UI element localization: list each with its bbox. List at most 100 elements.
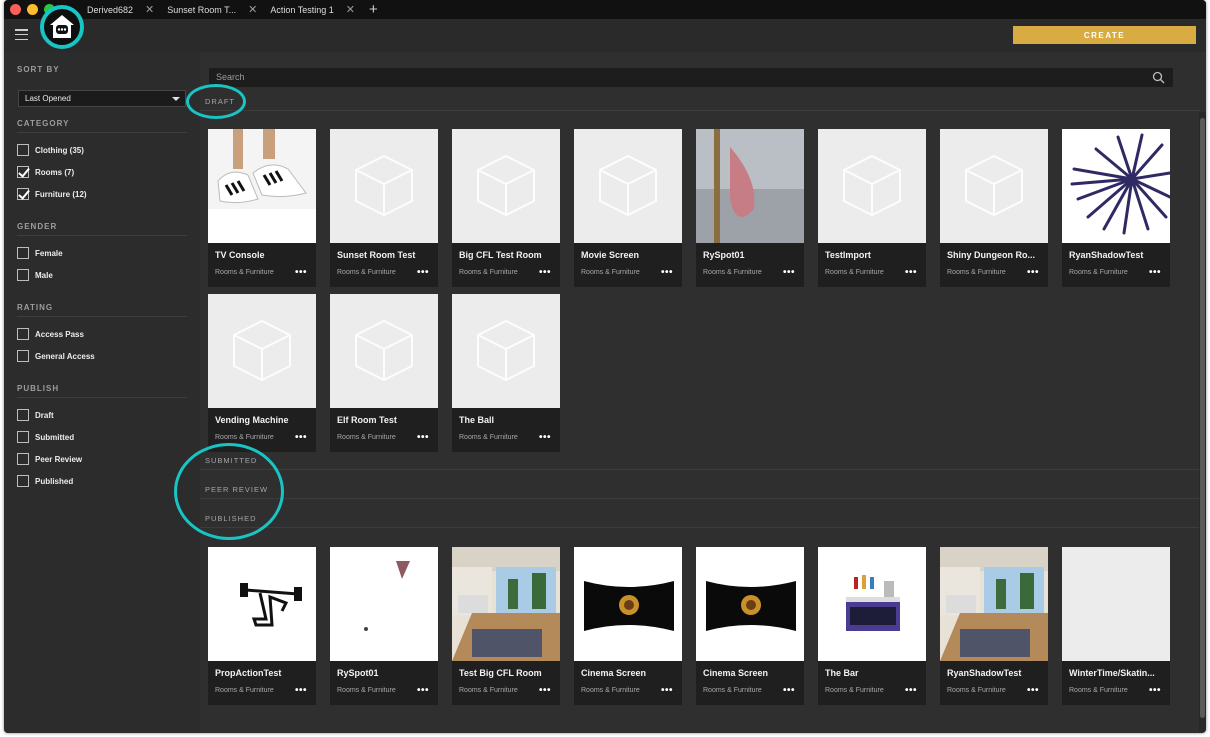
close-icon[interactable]: ✕ xyxy=(346,3,355,16)
asset-card[interactable]: Elf Room Test Rooms & Furniture ••• xyxy=(330,294,438,452)
close-window-button[interactable] xyxy=(10,4,21,15)
filter-male[interactable]: Male xyxy=(17,269,53,281)
checkbox[interactable] xyxy=(17,431,29,443)
asset-thumbnail[interactable] xyxy=(574,547,682,661)
checkbox[interactable] xyxy=(17,453,29,465)
asset-thumbnail[interactable] xyxy=(330,129,438,243)
asset-thumbnail[interactable] xyxy=(696,547,804,661)
asset-thumbnail[interactable] xyxy=(696,129,804,243)
asset-card[interactable]: PropActionTest Rooms & Furniture ••• xyxy=(208,547,316,705)
asset-thumbnail[interactable] xyxy=(940,129,1048,243)
more-options-icon[interactable]: ••• xyxy=(539,432,551,443)
minimize-window-button[interactable] xyxy=(27,4,38,15)
filter-furniture[interactable]: Furniture (12) xyxy=(17,188,87,200)
more-options-icon[interactable]: ••• xyxy=(783,685,795,696)
more-options-icon[interactable]: ••• xyxy=(417,267,429,278)
asset-card[interactable]: Vending Machine Rooms & Furniture ••• xyxy=(208,294,316,452)
section-draft[interactable]: DRAFT xyxy=(205,97,235,106)
asset-card[interactable]: RySpot01 Rooms & Furniture ••• xyxy=(330,547,438,705)
filter-published[interactable]: Published xyxy=(17,475,73,487)
scrollbar-thumb[interactable] xyxy=(1200,118,1205,718)
asset-thumbnail[interactable] xyxy=(452,294,560,408)
checkbox[interactable] xyxy=(17,188,29,200)
asset-card[interactable]: Movie Screen Rooms & Furniture ••• xyxy=(574,129,682,287)
tab-action-testing[interactable]: Action Testing 1 ✕ xyxy=(267,0,365,19)
asset-thumbnail[interactable] xyxy=(574,129,682,243)
tab-derived682[interactable]: Derived682 ✕ xyxy=(84,0,164,19)
close-icon[interactable]: ✕ xyxy=(248,3,257,16)
tab-sunset-room[interactable]: Sunset Room T... ✕ xyxy=(164,0,267,19)
filter-female[interactable]: Female xyxy=(17,247,63,259)
filter-draft[interactable]: Draft xyxy=(17,409,54,421)
hamburger-menu-icon[interactable] xyxy=(15,29,28,40)
asset-card[interactable]: RySpot01 Rooms & Furniture ••• xyxy=(696,129,804,287)
more-options-icon[interactable]: ••• xyxy=(1149,267,1161,278)
section-peer-review[interactable]: PEER REVIEW xyxy=(205,485,268,494)
filter-peer-review[interactable]: Peer Review xyxy=(17,453,82,465)
asset-card[interactable]: Sunset Room Test Rooms & Furniture ••• xyxy=(330,129,438,287)
more-options-icon[interactable]: ••• xyxy=(295,685,307,696)
more-options-icon[interactable]: ••• xyxy=(539,685,551,696)
asset-thumbnail[interactable] xyxy=(208,547,316,661)
asset-card[interactable]: Test Big CFL Room Rooms & Furniture ••• xyxy=(452,547,560,705)
search-icon[interactable] xyxy=(1152,71,1165,84)
asset-card[interactable]: TV Console Rooms & Furniture ••• xyxy=(208,129,316,287)
asset-thumbnail[interactable] xyxy=(330,547,438,661)
more-options-icon[interactable]: ••• xyxy=(295,267,307,278)
asset-card[interactable]: Shiny Dungeon Ro... Rooms & Furniture ••• xyxy=(940,129,1048,287)
checkbox[interactable] xyxy=(17,328,29,340)
more-options-icon[interactable]: ••• xyxy=(661,267,673,278)
more-options-icon[interactable]: ••• xyxy=(1149,685,1161,696)
section-published[interactable]: PUBLISHED xyxy=(205,514,257,523)
more-options-icon[interactable]: ••• xyxy=(661,685,673,696)
asset-thumbnail[interactable] xyxy=(940,547,1048,661)
new-tab-button[interactable]: + xyxy=(369,0,378,19)
asset-thumbnail[interactable] xyxy=(818,547,926,661)
asset-card[interactable]: WinterTime/Skatin... Rooms & Furniture ••• xyxy=(1062,547,1170,705)
app-home-logo[interactable] xyxy=(40,5,84,49)
checkbox[interactable] xyxy=(17,144,29,156)
more-options-icon[interactable]: ••• xyxy=(417,432,429,443)
more-options-icon[interactable]: ••• xyxy=(539,267,551,278)
close-icon[interactable]: ✕ xyxy=(145,3,154,16)
asset-thumbnail[interactable] xyxy=(1062,129,1170,243)
asset-card[interactable]: Cinema Screen Rooms & Furniture ••• xyxy=(696,547,804,705)
more-options-icon[interactable]: ••• xyxy=(1027,685,1039,696)
asset-thumbnail[interactable] xyxy=(208,129,316,243)
more-options-icon[interactable]: ••• xyxy=(783,267,795,278)
create-button[interactable]: CREATE xyxy=(1013,26,1196,44)
filter-general-access[interactable]: General Access xyxy=(17,350,95,362)
filter-rooms[interactable]: Rooms (7) xyxy=(17,166,74,178)
asset-card[interactable]: RyanShadowTest Rooms & Furniture ••• xyxy=(1062,129,1170,287)
sort-dropdown[interactable]: Last Opened xyxy=(18,90,186,107)
more-options-icon[interactable]: ••• xyxy=(1027,267,1039,278)
asset-thumbnail[interactable] xyxy=(818,129,926,243)
scrollbar[interactable] xyxy=(1199,112,1206,732)
asset-thumbnail[interactable] xyxy=(208,294,316,408)
filter-clothing[interactable]: Clothing (35) xyxy=(17,144,84,156)
asset-card[interactable]: Cinema Screen Rooms & Furniture ••• xyxy=(574,547,682,705)
asset-card[interactable]: The Bar Rooms & Furniture ••• xyxy=(818,547,926,705)
filter-submitted[interactable]: Submitted xyxy=(17,431,74,443)
more-options-icon[interactable]: ••• xyxy=(295,432,307,443)
filter-access-pass[interactable]: Access Pass xyxy=(17,328,84,340)
checkbox[interactable] xyxy=(17,409,29,421)
checkbox[interactable] xyxy=(17,269,29,281)
asset-card[interactable]: Big CFL Test Room Rooms & Furniture ••• xyxy=(452,129,560,287)
search-input[interactable]: Search xyxy=(209,68,1173,87)
more-options-icon[interactable]: ••• xyxy=(905,267,917,278)
more-options-icon[interactable]: ••• xyxy=(905,685,917,696)
section-submitted[interactable]: SUBMITTED xyxy=(205,456,257,465)
asset-thumbnail[interactable] xyxy=(452,129,560,243)
checkbox[interactable] xyxy=(17,350,29,362)
asset-card[interactable]: RyanShadowTest Rooms & Furniture ••• xyxy=(940,547,1048,705)
checkbox[interactable] xyxy=(17,475,29,487)
asset-thumbnail[interactable] xyxy=(330,294,438,408)
more-options-icon[interactable]: ••• xyxy=(417,685,429,696)
asset-card[interactable]: TestImport Rooms & Furniture ••• xyxy=(818,129,926,287)
asset-thumbnail[interactable] xyxy=(1062,547,1170,661)
checkbox[interactable] xyxy=(17,166,29,178)
asset-card[interactable]: The Ball Rooms & Furniture ••• xyxy=(452,294,560,452)
asset-thumbnail[interactable] xyxy=(452,547,560,661)
checkbox[interactable] xyxy=(17,247,29,259)
